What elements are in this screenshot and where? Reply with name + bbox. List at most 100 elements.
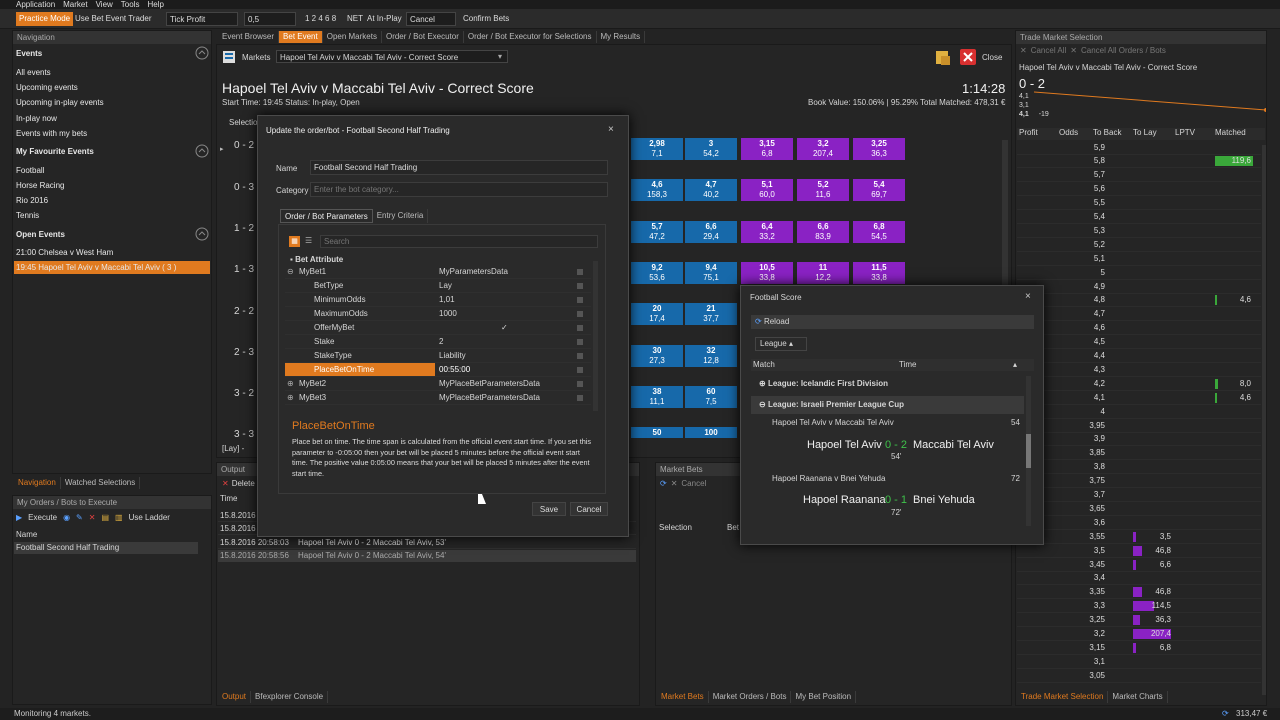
tab-my-bet-position[interactable]: My Bet Position <box>791 691 857 703</box>
price-cell[interactable]: 5,2 11,6 <box>797 179 849 201</box>
property-search-input[interactable] <box>320 235 598 248</box>
ladder-row[interactable]: 3,55 3,5 <box>1017 530 1261 544</box>
tab-bfexplorer-console[interactable]: Bfexplorer Console <box>251 691 329 703</box>
collapse-icon[interactable] <box>195 144 209 158</box>
market-select[interactable]: Hapoel Tel Aviv v Maccabi Tel Aviv - Cor… <box>276 50 508 63</box>
net-button[interactable]: NET <box>344 12 366 26</box>
league-row[interactable]: ⊖ League: Israeli Premier League Cup <box>759 400 904 409</box>
property-checkbox[interactable] <box>577 367 583 373</box>
ladder-row[interactable]: 4,7 <box>1017 307 1261 321</box>
ladder-row[interactable]: 3,4 <box>1017 571 1261 585</box>
league-group-button[interactable]: League ▴ <box>755 337 807 351</box>
price-cell[interactable]: 9,4 75,1 <box>685 262 737 284</box>
checkmark-icon[interactable]: ✓ <box>501 321 508 335</box>
selection-score[interactable]: 2 - 3 <box>234 347 254 358</box>
ladder-row[interactable]: 4,1 4,6 <box>1017 391 1261 405</box>
selection-score[interactable]: 3 - 2 <box>234 388 254 399</box>
close-icon[interactable]: × <box>608 124 614 135</box>
price-cell[interactable]: 6,8 54,5 <box>853 221 905 243</box>
price-cell[interactable]: 5,1 60,0 <box>741 179 793 201</box>
market-bets-cancel[interactable]: Cancel <box>681 479 706 488</box>
execute-button[interactable]: Execute <box>28 513 57 522</box>
price-cell[interactable]: 6,6 83,9 <box>797 221 849 243</box>
tab-market-bets[interactable]: Market Bets <box>657 691 709 703</box>
ladder-row[interactable]: 5,6 <box>1017 182 1261 196</box>
open-event-hapoel[interactable]: 19:45 Hapoel Tel Aviv v Maccabi Tel Aviv… <box>14 261 210 274</box>
close-icon[interactable]: × <box>1025 291 1031 302</box>
selection-score[interactable]: 3 - 3 <box>234 429 254 440</box>
league-row[interactable]: ⊕ League: Icelandic First Division <box>759 379 888 388</box>
edit-icon[interactable]: ✎ <box>76 513 83 522</box>
ladder-to-lay[interactable]: 3,5 <box>1133 530 1171 544</box>
ladder-row[interactable]: 4,3 <box>1017 363 1261 377</box>
list-view-icon[interactable]: ☰ <box>305 236 312 245</box>
price-cell[interactable]: 2,98 7,1 <box>631 138 683 160</box>
ladder-row[interactable]: 3,6 <box>1017 516 1261 530</box>
menu-view[interactable]: View <box>96 0 113 9</box>
property-checkbox[interactable] <box>577 297 583 303</box>
property-row[interactable]: ⊕ MyBet3 MyPlaceBetParametersData <box>285 391 591 405</box>
delete-icon[interactable]: ✕ <box>222 479 229 488</box>
price-cell[interactable]: 60 7,5 <box>685 386 737 408</box>
ladder-row[interactable]: 4,5 <box>1017 335 1261 349</box>
property-checkbox[interactable] <box>577 353 583 359</box>
reload-button[interactable]: ⟳ Reload <box>751 315 1034 329</box>
property-checkbox[interactable] <box>577 269 583 275</box>
ladder-scrollbar[interactable] <box>1262 145 1266 695</box>
folder-icon[interactable]: ▤ <box>101 513 109 522</box>
ladder-row[interactable]: 5,1 <box>1017 252 1261 266</box>
fav-rio-2016[interactable]: Rio 2016 <box>16 196 48 205</box>
nav-all-events[interactable]: All events <box>16 68 51 77</box>
ladder-to-lay[interactable]: 207,4 <box>1133 627 1171 641</box>
confirm-bets-toggle[interactable]: Confirm Bets <box>460 12 512 26</box>
tab-trade-market-selection[interactable]: Trade Market Selection <box>1017 691 1109 703</box>
ladder-row[interactable]: 3,15 6,8 <box>1017 641 1261 655</box>
cancel-icon[interactable]: ✕ <box>671 479 678 488</box>
selection-score[interactable]: 2 - 2 <box>234 306 254 317</box>
ladder-row[interactable]: 4,9 <box>1017 280 1261 294</box>
cancel-icon[interactable]: ✕ <box>1070 46 1077 55</box>
price-cell[interactable]: 20 17,4 <box>631 303 683 325</box>
ladder-to-lay[interactable]: 6,8 <box>1133 641 1171 655</box>
close-icon[interactable] <box>959 48 977 66</box>
property-row[interactable]: MinimumOdds 1,01 <box>285 293 591 307</box>
price-cell[interactable]: 11 12,2 <box>797 262 849 284</box>
use-bet-event-trader-toggle[interactable]: Use Bet Event Trader <box>72 12 154 26</box>
ladder-to-lay[interactable]: 36,3 <box>1133 613 1171 627</box>
ladder-row[interactable]: 3,95 <box>1017 419 1261 433</box>
property-checkbox[interactable] <box>577 311 583 317</box>
price-cell[interactable]: 38 11,1 <box>631 386 683 408</box>
open-event-chelsea[interactable]: 21:00 Chelsea v West Ham <box>16 248 113 257</box>
tab-open-markets[interactable]: Open Markets <box>323 31 382 43</box>
cancel-all-orders-button[interactable]: Cancel All Orders / Bots <box>1081 46 1166 55</box>
ladder-row[interactable]: 3,75 <box>1017 474 1261 488</box>
score-scrollbar[interactable] <box>1026 376 1031 526</box>
ladder-row[interactable]: 5,4 <box>1017 210 1261 224</box>
property-checkbox[interactable] <box>577 325 583 331</box>
folder-icon[interactable] <box>934 48 952 66</box>
price-cell[interactable]: 9,2 53,6 <box>631 262 683 284</box>
ladder-row[interactable]: 3,25 36,3 <box>1017 613 1261 627</box>
ladder-row[interactable]: 3,2 207,4 <box>1017 627 1261 641</box>
tab-entry-criteria[interactable]: Entry Criteria <box>373 209 429 223</box>
property-scrollbar[interactable] <box>593 261 598 411</box>
ladder-row[interactable]: 5,7 <box>1017 168 1261 182</box>
categorized-view-icon[interactable]: ▦ <box>289 236 300 247</box>
ladder-row[interactable]: 4,8 4,6 <box>1017 293 1261 307</box>
ladder-row[interactable]: 3,65 <box>1017 502 1261 516</box>
collapse-icon[interactable] <box>195 46 209 60</box>
cancel-button[interactable]: Cancel <box>570 502 608 516</box>
menu-market[interactable]: Market <box>63 0 87 9</box>
property-checkbox[interactable] <box>577 381 583 387</box>
property-row-selected[interactable]: PlaceBetOnTime 00:55:00 <box>285 363 591 377</box>
price-cell[interactable]: 50 <box>631 427 683 438</box>
delete-button[interactable]: Delete <box>232 479 255 488</box>
selection-score[interactable]: 0 - 2 <box>234 140 254 151</box>
tab-navigation[interactable]: Navigation <box>14 477 61 489</box>
fav-football[interactable]: Football <box>16 166 44 175</box>
cancel-select[interactable]: Cancel <box>406 12 456 26</box>
ladder-to-lay[interactable]: 46,8 <box>1133 544 1171 558</box>
refresh-icon[interactable]: ◉ <box>63 513 70 522</box>
ladder-row[interactable]: 3,3 114,5 <box>1017 599 1261 613</box>
delete-icon[interactable]: ✕ <box>89 513 96 522</box>
